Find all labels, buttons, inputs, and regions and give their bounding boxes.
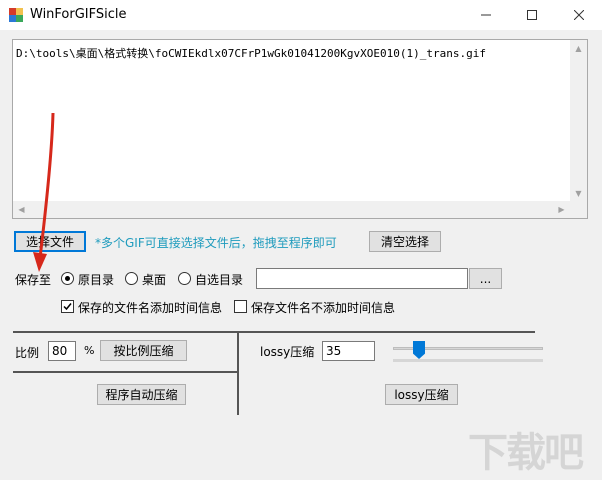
custom-path-input[interactable] xyxy=(256,268,468,289)
minimize-button[interactable] xyxy=(463,0,509,30)
drag-drop-hint: *多个GIF可直接选择文件后，拖拽至程序即可 xyxy=(95,236,337,250)
scroll-down-icon[interactable]: ▼ xyxy=(570,185,587,202)
file-list[interactable]: D:\tools\桌面\格式转换\foCWIEkdlx07CFrP1wGk010… xyxy=(12,39,588,219)
window-title: WinForGIFSicle xyxy=(30,7,127,22)
divider-top xyxy=(13,331,535,333)
add-time-checkbox[interactable] xyxy=(61,300,74,313)
browse-button[interactable]: ... xyxy=(469,268,502,289)
lossy-slider-ticks xyxy=(393,359,543,362)
clear-selection-button[interactable]: 清空选择 xyxy=(369,231,441,252)
save-to-label: 保存至 xyxy=(15,273,52,287)
scale-label: 比例 xyxy=(15,346,40,360)
radio-custom-dir[interactable] xyxy=(178,272,191,285)
scale-input[interactable]: 80 xyxy=(48,341,76,361)
percent-label: % xyxy=(84,344,95,357)
radio-custom-dir-label: 自选目录 xyxy=(195,273,244,287)
radio-desktop-label: 桌面 xyxy=(142,273,167,287)
scroll-up-icon[interactable]: ▲ xyxy=(570,40,587,57)
file-list-item[interactable]: D:\tools\桌面\格式转换\foCWIEkdlx07CFrP1wGk010… xyxy=(16,45,486,61)
divider-left-mid xyxy=(13,371,238,373)
radio-original-dir-label: 原目录 xyxy=(78,273,115,287)
vertical-scrollbar[interactable]: ▲ ▼ xyxy=(570,40,587,202)
radio-original-dir[interactable] xyxy=(61,272,74,285)
title-bar: WinForGIFSicle xyxy=(0,0,602,30)
auto-compress-button[interactable]: 程序自动压缩 xyxy=(97,384,186,405)
close-icon xyxy=(574,10,584,20)
no-time-checkbox[interactable] xyxy=(234,300,247,313)
no-time-label: 保存文件名不添加时间信息 xyxy=(251,301,396,315)
maximize-button[interactable] xyxy=(509,0,555,30)
select-file-button[interactable]: 选择文件 xyxy=(14,231,86,252)
scroll-left-icon[interactable]: ◀ xyxy=(13,201,30,218)
radio-desktop[interactable] xyxy=(125,272,138,285)
maximize-icon xyxy=(527,10,537,20)
checkmark-icon xyxy=(63,303,72,311)
divider-vertical xyxy=(237,331,239,415)
horizontal-scrollbar[interactable]: ◀ ▶ xyxy=(13,201,587,218)
minimize-icon xyxy=(481,14,491,16)
lossy-slider-thumb[interactable] xyxy=(413,341,425,359)
scale-compress-button[interactable]: 按比例压缩 xyxy=(100,340,187,361)
app-window-icon xyxy=(9,8,23,22)
scroll-right-icon[interactable]: ▶ xyxy=(553,201,570,218)
close-button[interactable] xyxy=(556,0,602,30)
lossy-input[interactable]: 35 xyxy=(322,341,375,361)
add-time-label: 保存的文件名添加时间信息 xyxy=(78,301,223,315)
lossy-compress-button[interactable]: lossy压缩 xyxy=(385,384,458,405)
lossy-label: lossy压缩 xyxy=(260,345,315,359)
watermark-logo: 下载吧 xyxy=(468,430,584,476)
